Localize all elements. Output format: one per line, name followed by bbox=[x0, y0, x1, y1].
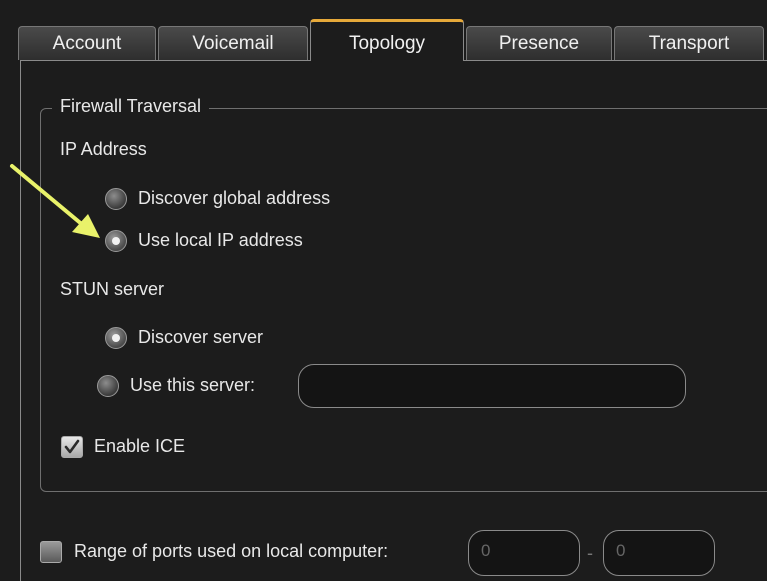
port-from-input[interactable]: 0 bbox=[468, 530, 580, 576]
use-local-ip-label[interactable]: Use local IP address bbox=[138, 230, 303, 251]
tab-bar: Account Voicemail Topology Presence Tran… bbox=[0, 0, 767, 61]
discover-server-label[interactable]: Discover server bbox=[138, 327, 263, 348]
discover-global-address-label[interactable]: Discover global address bbox=[138, 188, 330, 209]
port-to-input[interactable]: 0 bbox=[603, 530, 715, 576]
tab-presence[interactable]: Presence bbox=[466, 26, 612, 60]
discover-server-radio[interactable] bbox=[105, 327, 127, 349]
group-title: Firewall Traversal bbox=[52, 96, 210, 117]
use-this-server-radio[interactable] bbox=[97, 375, 119, 397]
annotation-arrow-icon bbox=[10, 164, 100, 238]
stun-server-input[interactable] bbox=[298, 364, 686, 408]
tab-voicemail[interactable]: Voicemail bbox=[158, 26, 308, 60]
firewall-traversal-group bbox=[40, 108, 767, 492]
checkmark-icon bbox=[64, 439, 80, 454]
port-range-label[interactable]: Range of ports used on local computer: bbox=[74, 541, 388, 562]
port-range-separator: - bbox=[587, 543, 593, 563]
stun-server-label: STUN server bbox=[60, 279, 165, 299]
enable-ice-label[interactable]: Enable ICE bbox=[94, 436, 185, 457]
panel-border-left bbox=[20, 60, 21, 581]
use-this-server-label[interactable]: Use this server: bbox=[130, 375, 255, 396]
enable-ice-checkbox[interactable] bbox=[61, 436, 83, 458]
port-range-checkbox[interactable] bbox=[40, 541, 62, 563]
tab-topology[interactable]: Topology bbox=[310, 19, 464, 61]
tab-account[interactable]: Account bbox=[18, 26, 156, 60]
tab-transport[interactable]: Transport bbox=[614, 26, 764, 60]
